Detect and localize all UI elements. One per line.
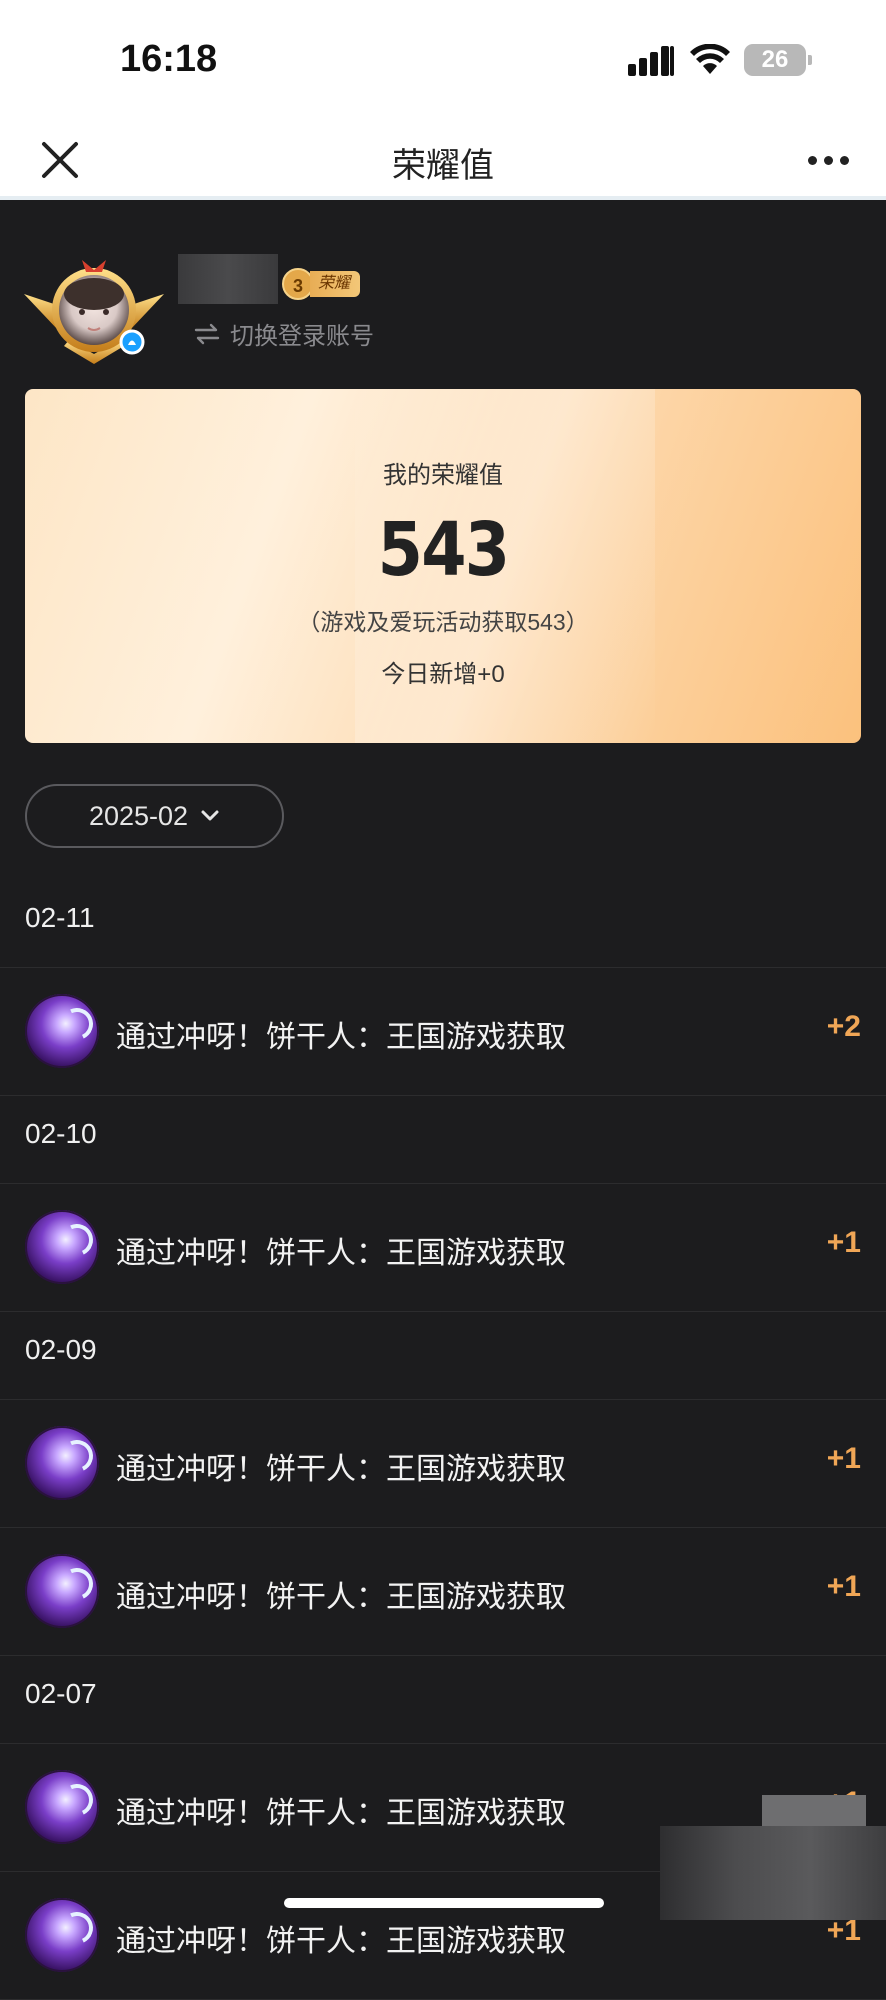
page-title: 荣耀值 <box>392 147 494 185</box>
date-header: 02-10 <box>0 1096 886 1184</box>
record-text: 通过冲呀！饼干人：王国游戏获取 <box>116 1581 566 1614</box>
month-select-value: 2025-02 <box>88 800 189 831</box>
game-orb-icon <box>25 994 99 1068</box>
switch-account-label: 切换登录账号 <box>230 323 374 350</box>
status-time: 16:18 <box>120 38 218 80</box>
month-select[interactable]: 2025-02 <box>25 784 284 848</box>
redacted-overlay <box>660 1826 886 1920</box>
date-header: 02-11 <box>0 880 886 968</box>
record-text: 通过冲呀！饼干人：王国游戏获取 <box>116 1237 566 1270</box>
main-content: 3 荣耀 切换登录账号 我的荣耀值 543 （游戏及爱玩活动获取543） 今日新… <box>0 204 886 2000</box>
wifi-icon <box>690 44 730 74</box>
record-row[interactable]: 通过冲呀！饼干人：王国游戏获取 +2 <box>0 968 886 1096</box>
avatar[interactable] <box>24 254 164 364</box>
record-text: 通过冲呀！饼干人：王国游戏获取 <box>116 1797 566 1830</box>
username-redacted <box>178 254 278 304</box>
record-text: 通过冲呀！饼干人：王国游戏获取 <box>116 1021 566 1054</box>
home-indicator[interactable] <box>284 1898 604 1908</box>
status-bar: 16:18 26 <box>0 0 886 120</box>
honor-points-value: 543 <box>377 507 510 593</box>
game-orb-icon <box>25 1770 99 1844</box>
honor-points-card: 我的荣耀值 543 （游戏及爱玩活动获取543） 今日新增+0 <box>25 389 861 743</box>
level-label: 荣耀 <box>310 271 361 297</box>
record-points: +1 <box>826 1570 861 1603</box>
swap-arrows-icon <box>194 323 220 344</box>
cellular-signal-icon <box>628 46 676 76</box>
card-label: 我的荣耀值 <box>383 462 503 489</box>
level-badge: 3 荣耀 <box>282 268 361 300</box>
date-header: 02-09 <box>0 1312 886 1400</box>
record-text: 通过冲呀！饼干人：王国游戏获取 <box>116 1453 566 1486</box>
record-points: +1 <box>826 1226 861 1259</box>
game-orb-icon <box>25 1210 99 1284</box>
record-points: +2 <box>826 1010 861 1043</box>
record-points: +1 <box>826 1442 861 1475</box>
record-row[interactable]: 通过冲呀！饼干人：王国游戏获取 +1 <box>0 1528 886 1656</box>
date-header: 02-07 <box>0 1656 886 1744</box>
record-text: 通过冲呀！饼干人：王国游戏获取 <box>116 1925 566 1958</box>
honor-points-note: （游戏及爱玩活动获取543） <box>297 609 589 635</box>
more-icon[interactable] <box>800 136 860 184</box>
record-row[interactable]: 通过冲呀！饼干人：王国游戏获取 +1 <box>0 1400 886 1528</box>
chevron-down-icon <box>201 810 219 821</box>
record-row[interactable]: 通过冲呀！饼干人：王国游戏获取 +1 <box>0 1184 886 1312</box>
game-orb-icon <box>25 1898 99 1972</box>
game-orb-icon <box>25 1426 99 1500</box>
today-increase: 今日新增+0 <box>381 661 505 688</box>
nav-bar: 荣耀值 <box>0 120 886 200</box>
battery-icon: 26 <box>744 44 812 76</box>
switch-account-button[interactable]: 切换登录账号 <box>194 316 374 351</box>
game-orb-icon <box>25 1554 99 1628</box>
